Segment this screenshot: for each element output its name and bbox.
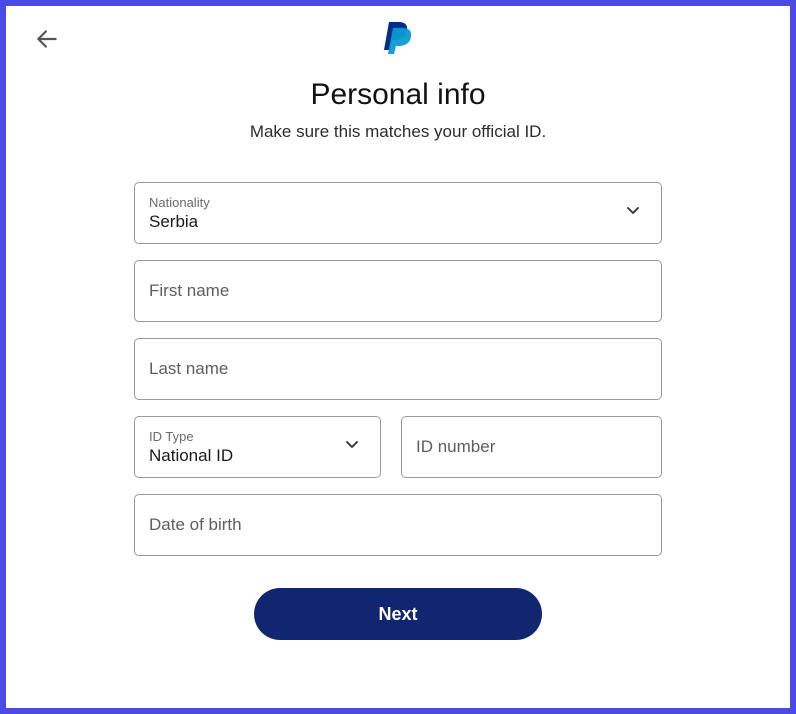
id-number-input[interactable]: ID number xyxy=(401,416,662,478)
first-name-placeholder: First name xyxy=(149,281,647,301)
page-subtitle: Make sure this matches your official ID. xyxy=(6,122,790,142)
dob-placeholder: Date of birth xyxy=(149,515,647,535)
chevron-down-icon xyxy=(342,435,362,460)
chevron-down-icon xyxy=(623,201,643,226)
last-name-placeholder: Last name xyxy=(149,359,647,379)
id-type-select[interactable]: ID Type National ID xyxy=(134,416,381,478)
arrow-left-icon xyxy=(34,26,60,52)
id-type-label: ID Type xyxy=(149,429,366,444)
paypal-logo-icon xyxy=(383,20,413,54)
paypal-logo xyxy=(383,20,413,59)
first-name-input[interactable]: First name xyxy=(134,260,662,322)
nationality-label: Nationality xyxy=(149,195,647,210)
nationality-value: Serbia xyxy=(149,212,647,232)
personal-info-form: Nationality Serbia First name Last name … xyxy=(134,182,662,640)
id-number-placeholder: ID number xyxy=(416,437,647,457)
next-button[interactable]: Next xyxy=(254,588,542,640)
last-name-input[interactable]: Last name xyxy=(134,338,662,400)
dob-input[interactable]: Date of birth xyxy=(134,494,662,556)
back-button[interactable] xyxy=(34,26,60,52)
id-type-value: National ID xyxy=(149,446,366,466)
nationality-select[interactable]: Nationality Serbia xyxy=(134,182,662,244)
page-title: Personal info xyxy=(6,78,790,112)
